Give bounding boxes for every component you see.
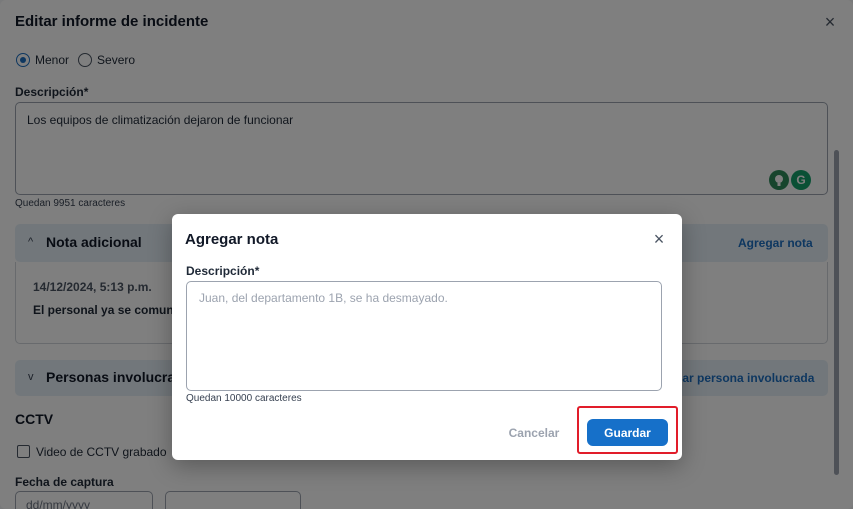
note-description-label: Descripción* [186,264,260,278]
close-icon[interactable]: × [650,230,668,248]
cancel-button[interactable]: Cancelar [502,420,566,446]
modal-title: Agregar nota [185,231,279,248]
save-button[interactable]: Guardar [587,419,668,446]
note-description-input[interactable] [186,281,662,391]
note-character-counter: Quedan 10000 caracteres [186,393,302,404]
add-note-modal: Agregar nota × Descripción* Quedan 10000… [172,214,682,460]
